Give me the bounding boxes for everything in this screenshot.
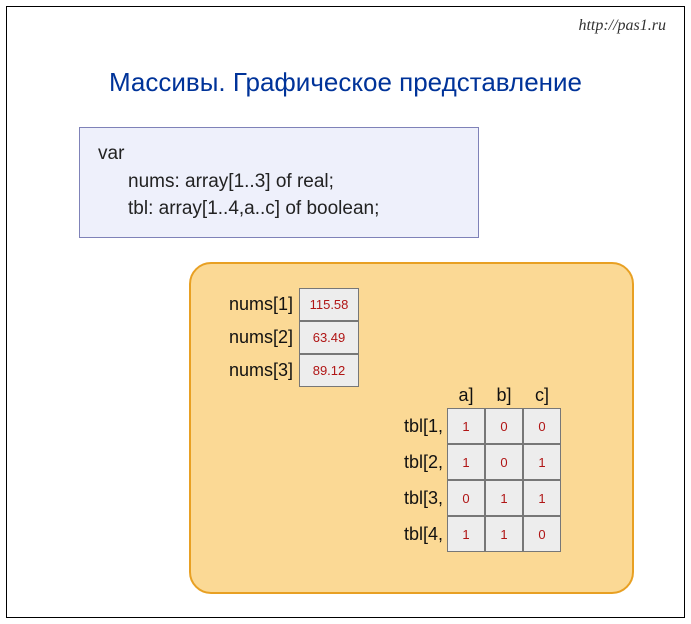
watermark-text: http://pas1.ru <box>578 17 666 35</box>
tbl-cell: 1 <box>523 444 561 480</box>
nums-cell: 115.58 <box>299 288 359 321</box>
tbl-cell: 1 <box>447 408 485 444</box>
document-frame: http://pas1.ru Массивы. Графическое пред… <box>6 6 685 618</box>
nums-cell: 63.49 <box>299 321 359 354</box>
tbl-row-header: tbl[1, <box>387 408 447 444</box>
tbl-row-header: tbl[4, <box>387 516 447 552</box>
tbl-cell: 1 <box>485 480 523 516</box>
code-line-nums: nums: array[1..3] of real; <box>98 168 460 196</box>
tbl-cell: 0 <box>447 480 485 516</box>
tbl-cell: 0 <box>523 408 561 444</box>
memory-panel: nums[1] 115.58 nums[2] 63.49 nums[3] 89.… <box>189 262 634 594</box>
tbl-row-header: tbl[3, <box>387 480 447 516</box>
tbl-cell: 1 <box>447 444 485 480</box>
code-line-tbl: tbl: array[1..4,a..c] of boolean; <box>98 195 460 223</box>
nums-label: nums[1] <box>207 294 299 315</box>
page-title: Массивы. Графическое представление <box>7 67 684 98</box>
tbl-cell: 1 <box>523 480 561 516</box>
tbl-col-header: c] <box>523 378 561 408</box>
tbl-row-header: tbl[2, <box>387 444 447 480</box>
nums-row: nums[3] 89.12 <box>207 354 359 387</box>
nums-row: nums[1] 115.58 <box>207 288 359 321</box>
nums-array: nums[1] 115.58 nums[2] 63.49 nums[3] 89.… <box>207 288 359 387</box>
nums-row: nums[2] 63.49 <box>207 321 359 354</box>
nums-label: nums[2] <box>207 327 299 348</box>
tbl-cell: 1 <box>447 516 485 552</box>
tbl-array: a] b] c] tbl[1, 1 0 0 tbl[2, 1 0 1 tbl[3… <box>387 378 561 552</box>
nums-label: nums[3] <box>207 360 299 381</box>
tbl-cell: 1 <box>485 516 523 552</box>
code-box: var nums: array[1..3] of real; tbl: arra… <box>79 127 479 238</box>
tbl-cell: 0 <box>523 516 561 552</box>
tbl-col-header: b] <box>485 378 523 408</box>
tbl-cell: 0 <box>485 444 523 480</box>
tbl-cell: 0 <box>485 408 523 444</box>
code-line-var: var <box>98 140 460 168</box>
tbl-col-header: a] <box>447 378 485 408</box>
nums-cell: 89.12 <box>299 354 359 387</box>
